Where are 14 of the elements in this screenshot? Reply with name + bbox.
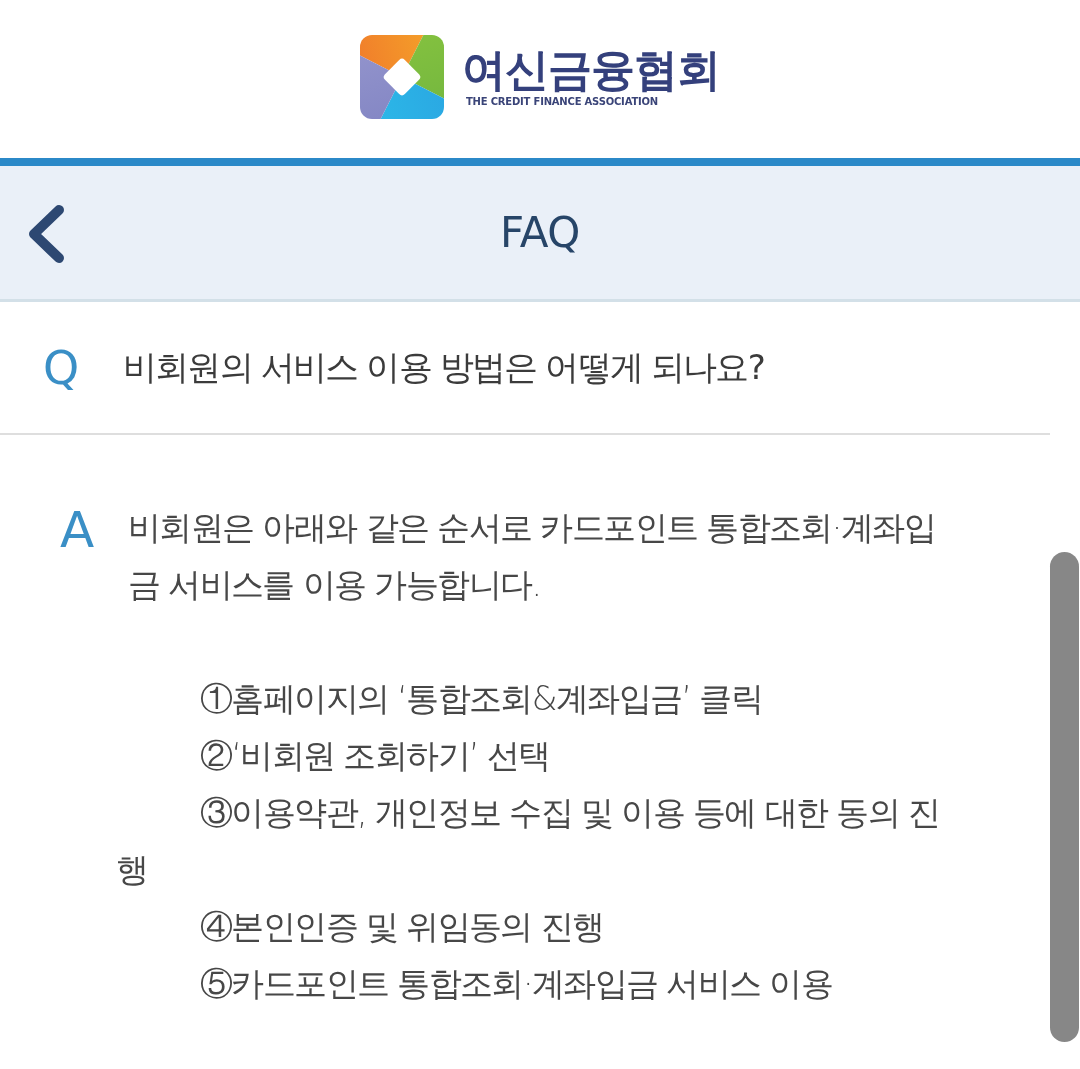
answer-marker: A xyxy=(60,505,96,555)
answer-step: ①홈페이지의 ‘통합조회&계좌입금’ 클릭 xyxy=(116,670,950,727)
answer-text: 비회원은 아래와 같은 순서로 카드포인트 통합조회·계좌입금 서비스를 이용 가능합니다. xyxy=(127,507,936,606)
logo-name: 여신금융협회 xyxy=(462,45,720,95)
answer-step: ③이용약관, 개인정보 수집 및 이용 등에 대한 동의 진행 xyxy=(116,784,950,898)
question-text: 비회원의 서비스 이용 방법은 어떻게 되나요? xyxy=(123,345,764,389)
answer-step: ⑤카드포인트 통합조회·계좌입금 서비스 이용 xyxy=(116,955,950,1012)
answer-step: ②‘비회원 조회하기’ 선택 xyxy=(116,727,950,784)
page-title: FAQ xyxy=(500,208,580,257)
logo-subtitle: THE CREDIT FINANCE ASSOCIATION xyxy=(465,96,658,109)
question-marker: Q xyxy=(43,344,81,391)
answer-step: ④본인인증 및 위임동의 진행 xyxy=(116,898,950,955)
chevron-left-icon xyxy=(26,204,66,264)
logo-icon xyxy=(360,35,444,119)
